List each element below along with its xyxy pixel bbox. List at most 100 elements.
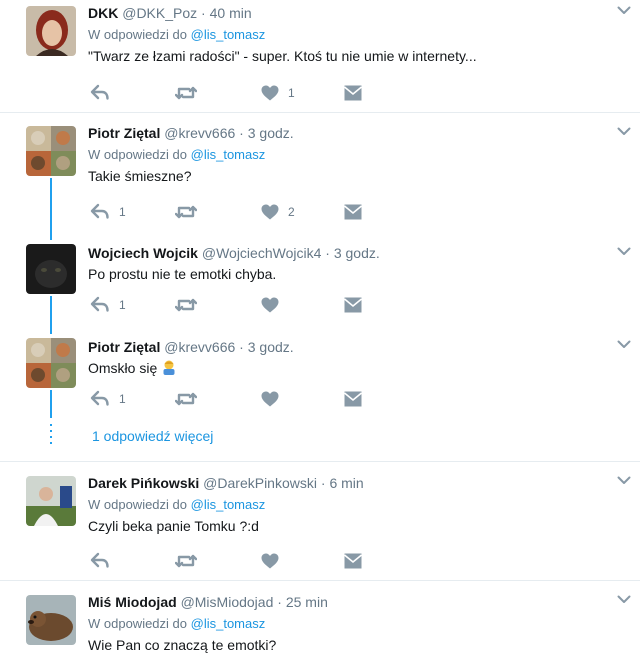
avatar[interactable] xyxy=(26,595,76,645)
separator: · xyxy=(277,594,282,610)
retweet-icon xyxy=(175,85,197,101)
chevron-down-icon[interactable] xyxy=(617,6,626,15)
display-name[interactable]: DKK xyxy=(88,5,118,21)
reply-button[interactable]: 1 xyxy=(90,296,126,314)
timestamp[interactable]: 25 min xyxy=(286,594,328,610)
chevron-down-icon[interactable] xyxy=(617,340,626,349)
direct-message-button[interactable] xyxy=(344,296,362,314)
retweet-button[interactable] xyxy=(175,296,206,314)
reply-icon xyxy=(90,84,110,102)
like-button[interactable] xyxy=(261,390,288,408)
like-count: 1 xyxy=(288,86,295,100)
tweet[interactable]: DKK @DKK_Poz · 40 min W odpowiedzi do @l… xyxy=(0,0,640,112)
retweet-button[interactable] xyxy=(175,84,206,102)
direct-message-button[interactable] xyxy=(344,203,362,221)
like-count: 2 xyxy=(288,205,295,219)
avatar[interactable] xyxy=(26,126,76,176)
reply-icon xyxy=(90,552,110,570)
avatar[interactable] xyxy=(26,476,76,526)
reply-icon xyxy=(90,203,110,221)
tweet[interactable]: Darek Pińkowski @DarekPinkowski · 6 min … xyxy=(0,462,640,580)
timestamp[interactable]: 40 min xyxy=(210,5,252,21)
display-name[interactable]: Wojciech Wojcik xyxy=(88,245,198,261)
heart-icon xyxy=(261,391,279,407)
show-more-replies-link[interactable]: 1 odpowiedź więcej xyxy=(92,428,213,444)
thread-dots xyxy=(50,424,52,450)
envelope-icon xyxy=(344,204,362,220)
mention-link[interactable]: @lis_tomasz xyxy=(191,147,266,162)
tweet-text: Omskło się xyxy=(88,358,610,380)
heart-icon xyxy=(261,297,279,313)
direct-message-button[interactable] xyxy=(344,390,362,408)
envelope-icon xyxy=(344,553,362,569)
retweet-button[interactable] xyxy=(175,203,206,221)
tweet[interactable]: Piotr Ziętal @krevv666 · 3 godz. Omskło … xyxy=(0,329,640,424)
retweet-button[interactable] xyxy=(175,390,206,408)
chevron-down-icon[interactable] xyxy=(617,247,626,256)
timestamp[interactable]: 3 godz. xyxy=(248,125,294,141)
like-button[interactable]: 2 xyxy=(261,203,295,221)
tweet-text: Czyli beka panie Tomku ?:d xyxy=(88,518,259,534)
display-name[interactable]: Darek Pińkowski xyxy=(88,475,199,491)
reply-button[interactable] xyxy=(90,552,119,570)
tweet-text: Po prostu nie te emotki chyba. xyxy=(88,266,277,282)
display-name[interactable]: Piotr Ziętal xyxy=(88,125,160,141)
timestamp[interactable]: 3 godz. xyxy=(334,245,380,261)
tweet-text: Takie śmieszne? xyxy=(88,168,192,184)
retweet-button[interactable] xyxy=(175,552,206,570)
direct-message-button[interactable] xyxy=(344,552,362,570)
direct-message-button[interactable] xyxy=(344,84,362,102)
reply-button[interactable]: 1 xyxy=(90,390,126,408)
separator: · xyxy=(325,245,330,261)
tweet[interactable]: Piotr Ziętal @krevv666 · 3 godz. W odpow… xyxy=(0,113,640,233)
tweet-text: "Twarz ze łzami radości" - super. Ktoś t… xyxy=(88,48,477,64)
tweet-text: Wie Pan co znaczą te emotki? xyxy=(88,637,277,653)
tweet[interactable]: Miś Miodojad @MisMiodojad · 25 min W odp… xyxy=(0,581,640,667)
reply-icon xyxy=(90,296,110,314)
display-name[interactable]: Piotr Ziętal xyxy=(88,339,160,355)
avatar[interactable] xyxy=(26,338,76,388)
reply-icon xyxy=(90,390,110,408)
separator: · xyxy=(239,125,244,141)
timestamp[interactable]: 6 min xyxy=(329,475,363,491)
reply-button[interactable] xyxy=(90,84,119,102)
heart-icon xyxy=(261,85,279,101)
reply-prefix: W odpowiedzi do xyxy=(88,616,187,631)
like-button[interactable]: 1 xyxy=(261,84,295,102)
mention-link[interactable]: @lis_tomasz xyxy=(191,497,266,512)
heart-icon xyxy=(261,553,279,569)
retweet-icon xyxy=(175,391,197,407)
user-handle[interactable]: @WojciechWojcik4 xyxy=(202,245,322,261)
mention-link[interactable]: @lis_tomasz xyxy=(191,27,266,42)
tweet[interactable]: Wojciech Wojcik @WojciechWojcik4 · 3 god… xyxy=(0,233,640,329)
retweet-icon xyxy=(175,553,197,569)
user-handle[interactable]: @MisMiodojad xyxy=(181,594,274,610)
separator: · xyxy=(320,475,326,491)
mention-link[interactable]: @lis_tomasz xyxy=(191,616,266,631)
envelope-icon xyxy=(344,85,362,101)
like-button[interactable] xyxy=(261,552,288,570)
chevron-down-icon[interactable] xyxy=(617,595,626,604)
user-handle[interactable]: @DKK_Poz xyxy=(122,5,197,21)
user-handle[interactable]: @krevv666 xyxy=(164,339,235,355)
separator: · xyxy=(201,5,206,21)
user-handle[interactable]: @DarekPinkowski xyxy=(203,475,317,491)
reply-count: 1 xyxy=(119,392,126,406)
chevron-down-icon[interactable] xyxy=(617,476,626,485)
separator: · xyxy=(239,339,244,355)
reply-count: 1 xyxy=(119,205,126,219)
display-name[interactable]: Miś Miodojad xyxy=(88,594,177,610)
reply-context: W odpowiedzi do @lis_tomasz xyxy=(88,497,610,512)
chevron-down-icon[interactable] xyxy=(617,127,626,136)
avatar[interactable] xyxy=(26,244,76,294)
envelope-icon xyxy=(344,391,362,407)
user-handle[interactable]: @krevv666 xyxy=(164,125,235,141)
like-button[interactable] xyxy=(261,296,288,314)
reply-prefix: W odpowiedzi do xyxy=(88,147,187,162)
envelope-icon xyxy=(344,297,362,313)
avatar[interactable] xyxy=(26,6,76,56)
retweet-icon xyxy=(175,204,197,220)
retweet-icon xyxy=(175,297,197,313)
reply-button[interactable]: 1 xyxy=(90,203,126,221)
timestamp[interactable]: 3 godz. xyxy=(248,339,294,355)
